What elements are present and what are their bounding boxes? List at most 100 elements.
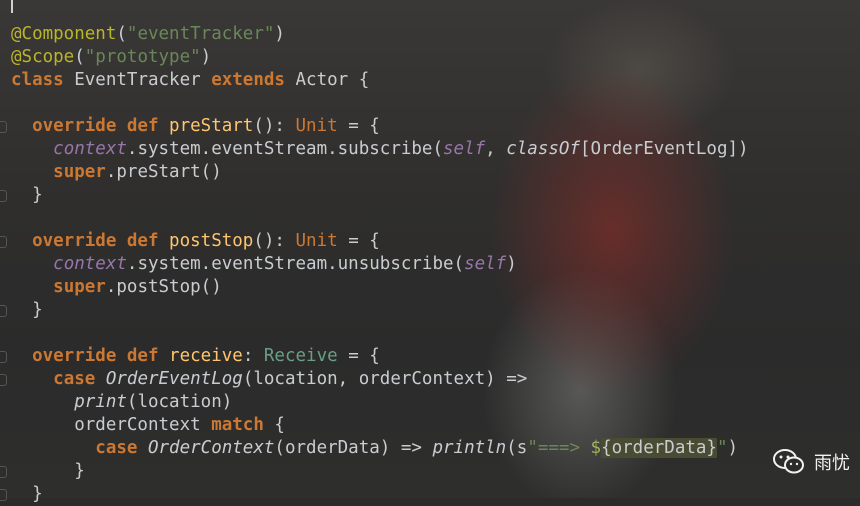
code-line[interactable]: print(location) [0,391,749,414]
code-token: .preStart() [105,162,222,182]
code-token: self [464,254,507,274]
code-token: @Scope [11,47,75,67]
code-token: override def [11,231,170,251]
code-token: EventTracker [63,70,212,90]
fold-marker-icon[interactable] [0,466,7,478]
code-token: OrderContext [147,438,275,458]
code-token: override def [11,116,170,136]
code-token: .postStop() [105,277,222,297]
code-token: "===> [527,438,591,458]
code-token: = { [337,116,380,136]
watermark-label: 雨忧 [814,453,850,474]
code-line[interactable] [0,92,749,115]
code-line[interactable]: } [0,460,749,483]
code-token: [OrderEventLog]) [580,139,749,159]
code-token: orderContext [11,415,212,435]
text-caret [11,0,13,13]
code-line[interactable]: override def postStop(): Unit = { [0,230,749,253]
code-token: (location) [126,392,233,412]
fold-marker-icon[interactable] [0,236,7,248]
code-token: Actor { [284,70,370,90]
code-token: (orderData) => [274,438,433,458]
code-line[interactable]: context.system.eventStream.unsubscribe(s… [0,253,749,276]
fold-marker-icon[interactable] [0,190,7,202]
wechat-icon [773,449,804,474]
code-token: context [53,139,127,159]
code-line[interactable]: @Scope("prototype") [0,46,749,69]
code-token: ( [74,47,85,67]
code-token: print [74,392,127,412]
code-line[interactable]: super.preStart() [0,161,749,184]
code-token: Unit [295,116,338,136]
code-editor[interactable]: @Component("eventTracker") @Scope("protot… [0,0,749,506]
code-line[interactable]: } [0,184,749,207]
code-token: receive [169,346,243,366]
code-line[interactable]: orderContext match { [0,414,749,437]
fold-marker-icon[interactable] [0,351,7,363]
code-token: .system.eventStream.unsubscribe( [126,254,465,274]
code-token: case [53,369,106,389]
code-line[interactable] [0,207,749,230]
code-token: ) [274,24,285,44]
fold-marker-icon[interactable] [0,374,7,386]
code-token: $ [590,438,602,458]
code-token: classOf [506,139,580,159]
code-token: Receive [263,346,338,366]
code-token: Unit [295,231,338,251]
code-token: super [53,162,106,182]
code-token: .system.eventStream.subscribe( [126,139,443,159]
code-token: "eventTracker" [126,24,275,44]
code-token: "prototype" [84,47,201,67]
code-token: } [11,185,43,205]
code-line[interactable]: class EventTracker extends Actor { [0,69,749,92]
code-token: match [211,415,264,435]
code-token: ) [200,47,212,67]
code-line[interactable] [0,0,749,23]
code-token: ) [506,254,517,274]
code-token: (s [506,438,528,458]
code-line[interactable]: override def preStart(): Unit = { [0,115,749,138]
code-token: class [11,70,64,90]
code-token: } [11,461,85,481]
code-token: context [53,254,127,274]
code-token: case [95,438,148,458]
watermark: 雨忧 [772,448,850,476]
code-line[interactable]: super.postStop() [0,276,749,299]
code-token: (): [253,116,296,136]
code-line[interactable]: override def receive: Receive = { [0,345,749,368]
code-token: println [432,438,507,458]
code-token: self [443,139,486,159]
code-token: = { [337,231,380,251]
code-token: (): [253,231,296,251]
code-line[interactable] [0,322,749,345]
code-token: postStop [169,231,254,251]
fold-marker-icon[interactable] [0,489,7,501]
code-token: , [485,139,507,159]
code-token: : [242,346,264,366]
code-token: @Component [11,24,117,44]
fold-marker-icon[interactable] [0,121,7,133]
code-token: ) [727,438,739,458]
code-token: preStart [169,116,254,136]
code-token: { [263,415,285,435]
code-token: } [11,300,43,320]
code-line[interactable]: } [0,299,749,322]
fold-marker-icon[interactable] [0,305,7,317]
code-line[interactable]: context.system.eventStream.subscribe(sel… [0,138,749,161]
code-token: " [716,438,728,458]
code-token: ( [116,24,127,44]
code-line[interactable]: case OrderContext(orderData) => println(… [0,437,749,460]
code-line[interactable]: } [0,483,749,506]
code-token: override def [11,346,170,366]
code-line[interactable]: case OrderEventLog(location, orderContex… [0,368,749,391]
code-line[interactable]: @Component("eventTracker") [0,23,749,46]
code-token: extends [211,70,285,90]
code-token: {orderData} [601,438,717,458]
